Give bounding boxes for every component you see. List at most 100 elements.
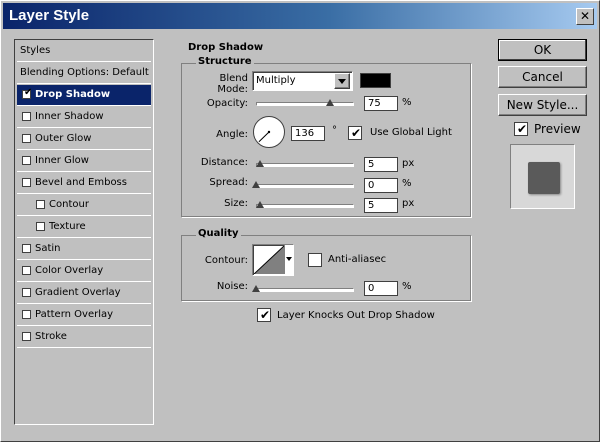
blend-mode-label: Blend Mode:	[217, 73, 248, 95]
ok-button[interactable]: OK	[498, 39, 587, 61]
preview-thumbnail	[510, 144, 575, 209]
anti-aliased-checkbox[interactable]	[308, 253, 322, 267]
contour-label: Contour:	[204, 255, 248, 266]
quality-title: Quality	[196, 228, 241, 239]
styles-list-header[interactable]: Styles	[17, 41, 151, 62]
close-button[interactable]: ✕	[576, 8, 594, 25]
size-input[interactable]: 5	[364, 198, 398, 213]
quality-group: Quality Contour: Anti-aliasec Noise: 0 %	[181, 228, 471, 301]
angle-label: Angle:	[216, 129, 248, 140]
chevron-down-icon	[286, 257, 292, 261]
shadow-color-swatch[interactable]	[360, 73, 391, 88]
style-item-inner-shadow[interactable]: Inner Shadow	[17, 107, 151, 128]
style-item-stroke[interactable]: Stroke	[17, 327, 151, 348]
spread-slider[interactable]	[256, 184, 354, 188]
checkmark-icon: ✔	[517, 122, 528, 136]
opacity-input[interactable]: 75	[364, 96, 398, 111]
style-item-label: Pattern Overlay	[35, 309, 114, 320]
noise-unit: %	[402, 281, 412, 292]
size-slider[interactable]	[256, 204, 354, 208]
blend-mode-value: Multiply	[256, 75, 296, 86]
size-label: Size:	[224, 198, 248, 209]
style-item-checkbox[interactable]	[22, 266, 31, 275]
opacity-label: Opacity:	[206, 98, 248, 109]
noise-input[interactable]: 0	[364, 281, 398, 296]
checkmark-icon: ✔	[351, 126, 362, 140]
style-item-label: Bevel and Emboss	[35, 177, 127, 188]
opacity-slider[interactable]	[256, 102, 354, 106]
preview-label: Preview	[534, 122, 581, 136]
noise-slider-thumb[interactable]	[252, 285, 260, 292]
style-item-checkbox[interactable]	[22, 156, 31, 165]
layer-knocks-out-checkbox[interactable]: ✔	[257, 308, 271, 322]
new-style-button[interactable]: New Style...	[498, 94, 587, 116]
spread-label: Spread:	[209, 177, 248, 188]
spread-input[interactable]: 0	[364, 178, 398, 193]
linear-contour-icon	[254, 246, 284, 274]
style-item-drop-shadow[interactable]: ✔ Drop Shadow	[17, 85, 151, 106]
title-bar[interactable]: Layer Style ✕	[3, 3, 597, 29]
style-item-checkbox[interactable]	[22, 332, 31, 341]
style-item-checkbox[interactable]: ✔	[22, 87, 32, 99]
blending-options-item[interactable]: Blending Options: Default	[17, 63, 151, 84]
style-item-pattern-overlay[interactable]: Pattern Overlay	[17, 305, 151, 326]
size-slider-thumb[interactable]	[256, 201, 264, 208]
style-item-checkbox[interactable]	[22, 112, 31, 121]
window-title: Layer Style	[9, 7, 90, 24]
style-item-gradient-overlay[interactable]: Gradient Overlay	[17, 283, 151, 304]
close-icon: ✕	[580, 9, 591, 23]
style-item-inner-glow[interactable]: Inner Glow	[17, 151, 151, 172]
style-item-label: Color Overlay	[35, 265, 104, 276]
style-item-checkbox[interactable]	[36, 200, 45, 209]
noise-slider[interactable]	[256, 288, 354, 292]
style-item-contour[interactable]: Contour	[17, 195, 151, 216]
style-item-checkbox[interactable]	[22, 134, 31, 143]
style-item-label: Texture	[49, 221, 86, 232]
noise-label: Noise:	[216, 281, 248, 292]
chevron-down-icon	[338, 79, 346, 84]
cancel-button[interactable]: Cancel	[498, 66, 587, 88]
distance-slider-thumb[interactable]	[256, 160, 264, 167]
style-item-checkbox[interactable]	[22, 244, 31, 253]
style-item-label: Drop Shadow	[35, 89, 111, 100]
style-item-checkbox[interactable]	[36, 222, 45, 231]
style-item-checkbox[interactable]	[22, 178, 31, 187]
style-item-satin[interactable]: Satin	[17, 239, 151, 260]
style-item-label: Gradient Overlay	[35, 287, 121, 298]
opacity-slider-thumb[interactable]	[325, 99, 334, 106]
blend-mode-select[interactable]: Multiply	[252, 71, 353, 91]
contour-dropdown-button[interactable]	[284, 245, 293, 274]
style-item-texture[interactable]: Texture	[17, 217, 151, 238]
style-item-bevel-and-emboss[interactable]: Bevel and Emboss	[17, 173, 151, 194]
spread-unit: %	[402, 178, 412, 189]
preview-swatch	[528, 162, 560, 194]
distance-slider[interactable]	[256, 163, 354, 167]
use-global-light-label: Use Global Light	[370, 127, 452, 138]
style-item-label: Stroke	[35, 331, 67, 342]
blend-mode-dropdown-button[interactable]	[334, 73, 350, 89]
angle-input[interactable]: 136	[291, 126, 325, 141]
spread-slider-thumb[interactable]	[252, 181, 260, 188]
styles-list: Styles Blending Options: Default ✔ Drop S…	[14, 39, 154, 425]
style-item-checkbox[interactable]	[22, 288, 31, 297]
distance-label: Distance:	[200, 157, 248, 168]
style-item-color-overlay[interactable]: Color Overlay	[17, 261, 151, 282]
checkmark-icon: ✔	[260, 308, 271, 322]
angle-unit: °	[332, 125, 337, 136]
style-item-label: Inner Shadow	[35, 111, 104, 122]
use-global-light-checkbox[interactable]: ✔	[348, 126, 362, 140]
layer-knocks-out-label: Layer Knocks Out Drop Shadow	[277, 310, 435, 321]
layer-style-dialog: Layer Style ✕ Styles Blending Options: D…	[0, 0, 600, 442]
structure-title: Structure	[196, 56, 254, 67]
distance-input[interactable]: 5	[364, 157, 398, 172]
drop-shadow-title: Drop Shadow	[186, 42, 266, 53]
distance-unit: px	[402, 158, 415, 169]
style-item-label: Satin	[35, 243, 61, 254]
style-item-checkbox[interactable]	[22, 310, 31, 319]
style-item-outer-glow[interactable]: Outer Glow	[17, 129, 151, 150]
preview-checkbox[interactable]: ✔	[514, 122, 528, 136]
angle-dial[interactable]	[252, 115, 286, 149]
contour-picker[interactable]	[252, 244, 294, 276]
structure-group: Structure Blend Mode: Multiply Opacity: …	[181, 56, 471, 217]
style-item-label: Outer Glow	[35, 133, 92, 144]
